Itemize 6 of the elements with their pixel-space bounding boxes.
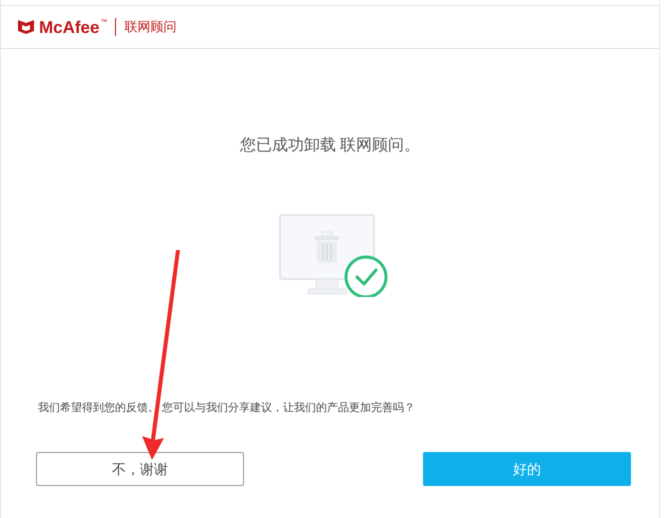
brand-name: McAfee	[39, 18, 100, 36]
shield-logo-icon	[18, 20, 34, 34]
feedback-prompt: 我们希望得到您的反馈。 您可以与我们分享建议，让我们的产品更加完善吗？	[38, 402, 416, 414]
product-name: 联网顾问	[124, 18, 176, 36]
decline-button[interactable]: 不，谢谢	[36, 452, 244, 486]
success-message: 您已成功卸载 联网顾问。	[240, 136, 420, 156]
